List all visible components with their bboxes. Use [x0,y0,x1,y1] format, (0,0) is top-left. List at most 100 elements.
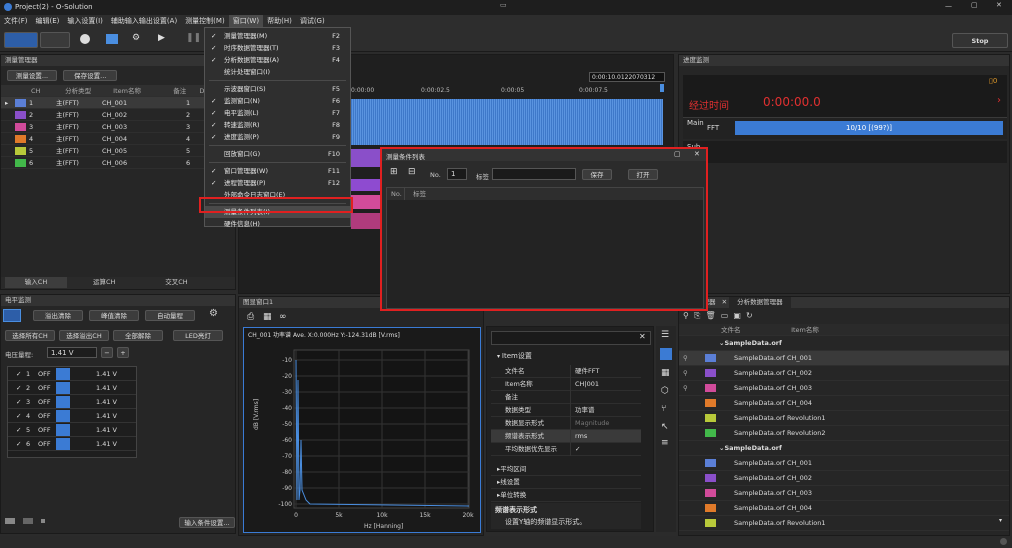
level-row[interactable]: ✓ 3 OFF 1.41 V [8,395,136,409]
copy-icon[interactable]: ⎘ [694,311,700,320]
view-small-icon[interactable] [5,518,15,524]
level-row[interactable]: ✓ 1 OFF 1.41 V [8,367,136,381]
window-menu-item[interactable]: 示波器窗口(S) F5 [205,83,350,95]
level-row[interactable]: ✓ 2 OFF 1.41 V [8,381,136,395]
tree-item[interactable]: SampleData.orf CH_002 [679,471,1009,486]
table-row[interactable]: 2 主(FFT) CH_002 2 [1,109,235,121]
menu-item[interactable]: 调试(G) [296,15,329,27]
level-row[interactable]: ✓ 4 OFF 1.41 V [8,409,136,423]
dialog-maximize-icon[interactable]: ▢ [674,150,681,158]
view-large-icon[interactable] [41,519,45,523]
tree-item[interactable]: SampleData.orf Revolution2 [679,426,1009,441]
range-up-button[interactable]: + [117,347,129,358]
checkbox[interactable]: ✓ [8,423,26,437]
link-icon[interactable]: ∞ [279,312,287,322]
save-icon[interactable]: ▣ [733,311,741,320]
level-row[interactable]: ✓ 6 OFF 1.41 V [8,437,136,451]
tree-item[interactable]: SampleData.orf CH_004 [679,396,1009,411]
view-medium-icon[interactable] [23,518,33,524]
property-row[interactable]: 平均数据优先显示 ✓ [491,443,641,456]
tree-item[interactable]: SampleData.orf Revolution1 [679,411,1009,426]
menu-item[interactable]: 编辑(E) [32,15,64,27]
tab-analysis-manager[interactable]: 分析数据管理器 [729,297,791,308]
property-row[interactable]: 数据类型 功率谱 [491,404,641,417]
window-menu-item[interactable]: ✓ 电平监测(L) F7 [205,107,350,119]
maximize-icon[interactable]: ▢ [971,1,978,9]
pause-icon[interactable]: ❚❚ [186,33,201,43]
window-menu-item[interactable]: ✓ 进度监测(P) F9 [205,131,350,143]
property-row[interactable]: 频谱表示形式 rms [491,430,641,443]
window-menu-item[interactable]: 回放窗口(G) F10 [205,148,350,160]
menu-item[interactable]: 测量控制(M) [181,15,229,27]
checkbox[interactable]: ✓ [8,395,26,409]
add-row-icon[interactable]: ⊞ [390,167,398,177]
menu-item[interactable]: 帮助(H) [263,15,296,27]
image-icon[interactable] [660,348,672,360]
window-menu-item[interactable]: ✓ 分析数据管理器(A) F4 [205,54,350,66]
property-row[interactable]: 数据显示形式 Magnitude [491,417,641,430]
view-mode-1-button[interactable] [4,32,38,48]
scroll-down-icon[interactable]: ▾ [999,517,1002,524]
overflow-clear-button[interactable]: 溢出清除 [33,310,83,321]
property-group[interactable]: ▸ 线设置 [491,476,641,489]
release-all-button[interactable]: 全部解除 [113,330,163,341]
tree-item[interactable]: SampleData.orf Revolution1 [679,516,1009,531]
list-icon[interactable]: ☰ [661,330,669,340]
auto-range-button[interactable]: 自动量程 [145,310,195,321]
delete-icon[interactable]: 🗑 [705,311,715,320]
tag-input[interactable] [492,168,576,180]
page-icon[interactable]: ▯0 [989,77,997,85]
table-row[interactable]: 5 主(FFT) CH_005 5 [1,145,235,157]
edit-row-icon[interactable]: ⊟ [408,167,416,177]
table-row[interactable]: ▸ 1 主(FFT) CH_001 1 [1,97,235,109]
table-icon[interactable]: ▦ [661,368,670,378]
pin-icon[interactable]: ⚲ [683,366,705,381]
no-input[interactable]: 1 [447,168,467,180]
table-row[interactable]: 3 主(FFT) CH_003 3 [1,121,235,133]
cube-icon[interactable]: ⬡ [661,386,669,396]
tree-item[interactable]: SampleData.orf CH_004 [679,501,1009,516]
close-icon[interactable]: ✕ [996,1,1002,9]
play-icon[interactable]: ▶ [158,33,165,43]
menu-item[interactable]: 文件(F) [0,15,32,27]
tree-item[interactable]: ⚲ SampleData.orf CH_003 [679,381,1009,396]
window-menu-item[interactable]: 硬件信息(H) [205,218,350,230]
window-menu-item[interactable]: ✓ 转速监测(R) F8 [205,119,350,131]
property-group[interactable]: ▸ 平均区间 [491,463,641,476]
settings-icon[interactable]: ⚙ [132,33,140,43]
select-overflow-ch-button[interactable]: 选择溢出CH [59,330,109,341]
tree-group[interactable]: ⌄ SampleData.orf [679,336,1009,351]
tree-group[interactable]: ⌄ SampleData.orf [679,441,1009,456]
window-menu-item[interactable]: ✓ 监测窗口(N) F6 [205,95,350,107]
window-menu-item[interactable]: ✓ 窗口管理器(W) F11 [205,165,350,177]
open-button[interactable]: 打开 [628,169,658,180]
grid-icon[interactable]: ▦ [263,312,272,322]
record-icon[interactable] [80,34,90,44]
bullet-list-icon[interactable]: ≡ [661,438,669,448]
property-search[interactable] [491,331,651,345]
print-icon[interactable]: ⎙ [247,312,254,322]
table-row[interactable]: 4 主(FFT) CH_004 4 [1,133,235,145]
menu-item[interactable]: 辅助输入输出设置(A) [107,15,181,27]
stop-button[interactable]: Stop [952,33,1008,48]
layout-icon[interactable]: ▭ [500,1,507,9]
pin-icon[interactable]: ⚲ [683,351,705,366]
chart-icon[interactable] [106,34,118,44]
menu-item[interactable]: 窗口(W) [228,15,264,27]
chevron-right-icon[interactable]: › [997,95,1001,106]
branch-icon[interactable]: ⑂ [661,404,666,414]
minimize-icon[interactable]: — [945,2,952,10]
led-on-button[interactable]: LED亮灯 [173,330,223,341]
pin-icon[interactable]: ⚲ [683,381,705,396]
checkbox[interactable]: ✓ [8,437,26,451]
measure-settings-button[interactable]: 测量设置... [7,70,57,81]
property-row[interactable]: Item名称 CH|001 [491,378,641,391]
tab-input-ch[interactable]: 输入CH [5,277,67,288]
tree-item[interactable]: ⚲ SampleData.orf CH_001 [679,351,1009,366]
tree-item[interactable]: SampleData.orf CH_001 [679,456,1009,471]
window-menu-item[interactable]: ✓ 测量管理器(M) F2 [205,30,350,42]
input-condition-button[interactable]: 输入条件设置... [179,517,235,528]
property-group[interactable]: ▸ 单位转换 [491,489,641,502]
menu-item[interactable]: 输入设置(I) [63,15,107,27]
checkbox[interactable]: ✓ [8,409,26,423]
